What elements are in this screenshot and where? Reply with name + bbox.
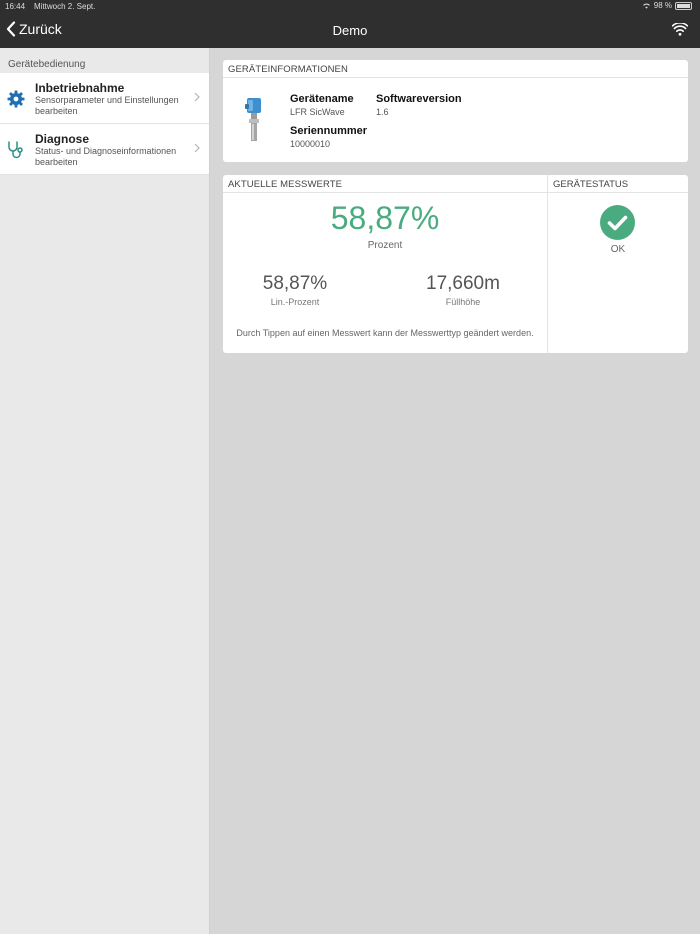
sidebar-item-title: Inbetriebnahme bbox=[35, 81, 125, 95]
device-name-value: LFR SicWave bbox=[290, 107, 345, 117]
page-title: Demo bbox=[332, 23, 368, 38]
gear-icon bbox=[7, 90, 25, 108]
primary-measurement-value[interactable]: 58,87% bbox=[223, 200, 547, 237]
device-status-header: GERÄTESTATUS bbox=[548, 175, 688, 193]
primary-measurement-unit: Prozent bbox=[367, 240, 403, 251]
secondary-measurement-value[interactable]: 17,660m bbox=[393, 273, 533, 295]
device-status-value: OK bbox=[610, 244, 626, 255]
wifi-icon bbox=[671, 22, 689, 36]
wifi-status-icon bbox=[642, 3, 650, 9]
sidebar-item-subtitle: Sensorparameter und Einstellungen bearbe… bbox=[35, 95, 179, 116]
sidebar-header: Gerätebedienung bbox=[8, 59, 86, 70]
stethoscope-icon bbox=[8, 141, 23, 159]
device-info-panel: GERÄTEINFORMATIONEN Gerätename LFR SicWa… bbox=[223, 60, 688, 162]
secondary-measurement-unit: Füllhöhe bbox=[445, 297, 481, 307]
serial-number-label: Seriennummer bbox=[290, 125, 368, 137]
panel-divider bbox=[547, 175, 548, 353]
status-bar: 16:44 Mittwoch 2. Sept. 98 % bbox=[0, 0, 700, 13]
status-date: Mittwoch 2. Sept. bbox=[34, 2, 96, 11]
chevron-right-icon bbox=[194, 92, 200, 102]
battery-percentage: 98 % bbox=[653, 1, 672, 10]
sidebar-item-inbetriebnahme[interactable]: Inbetriebnahme Sensorparameter und Einst… bbox=[0, 73, 209, 124]
status-right: 98 % bbox=[642, 1, 692, 10]
status-time: 16:44 bbox=[5, 2, 26, 11]
sidebar: Gerätebedienung Inbetriebnahme Sensorpar… bbox=[0, 48, 210, 934]
wifi-button[interactable] bbox=[671, 22, 689, 41]
sidebar-item-title: Diagnose bbox=[35, 132, 90, 146]
device-name-label: Gerätename bbox=[290, 93, 354, 105]
secondary-measurement-unit: Lin.-Prozent bbox=[270, 297, 320, 307]
navigation-bar: Zurück Demo bbox=[0, 13, 700, 48]
chevron-right-icon bbox=[194, 143, 200, 153]
measurements-panel: AKTUELLE MESSWERTE GERÄTESTATUS 58,87% P… bbox=[223, 175, 688, 353]
serial-number-value: 10000010 bbox=[290, 139, 331, 149]
software-version-label: Softwareversion bbox=[376, 93, 462, 105]
checkmark-circle-icon bbox=[600, 205, 635, 240]
device-info-header: GERÄTEINFORMATIONEN bbox=[223, 60, 688, 78]
sensor-device-image bbox=[245, 98, 261, 141]
software-version-value: 1.6 bbox=[376, 107, 389, 117]
battery-icon bbox=[675, 1, 692, 10]
secondary-measurement-value[interactable]: 58,87% bbox=[225, 273, 365, 295]
sidebar-item-subtitle: Status- und Diagnoseinformationen bearbe… bbox=[35, 146, 177, 167]
measurement-hint: Durch Tippen auf einen Messwert kann der… bbox=[236, 328, 534, 338]
measurements-header: AKTUELLE MESSWERTE bbox=[223, 175, 547, 193]
sidebar-item-diagnose[interactable]: Diagnose Status- und Diagnoseinformation… bbox=[0, 124, 209, 175]
